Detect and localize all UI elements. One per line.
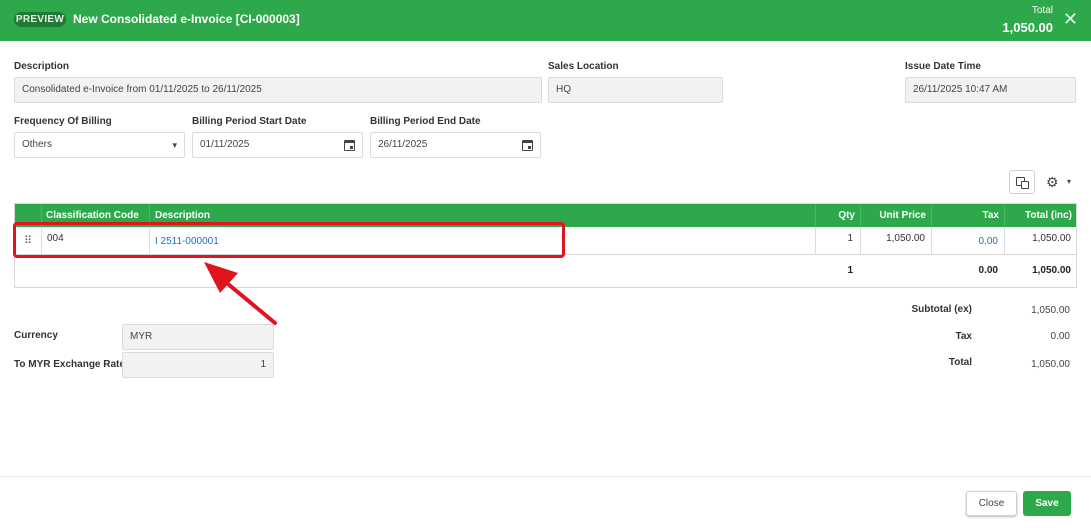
- preview-badge: PREVIEW: [14, 12, 66, 27]
- frequency-of-billing-label: Frequency Of Billing: [14, 116, 112, 127]
- frequency-of-billing-value: Others: [22, 139, 53, 150]
- chevron-down-icon: ▾: [172, 140, 177, 150]
- subtotal-label: Subtotal (ex): [911, 304, 972, 315]
- gear-icon: ⚙: [1046, 174, 1059, 190]
- description-label: Description: [14, 61, 70, 72]
- currency-label: Currency: [14, 330, 58, 341]
- close-button[interactable]: Close: [966, 491, 1017, 516]
- columns-icon-overlay: [1021, 181, 1029, 189]
- billing-start-value: 01/11/2025: [200, 139, 250, 150]
- total-inc-cell: 1,050.00: [1032, 233, 1071, 244]
- qty-cell[interactable]: 1: [816, 227, 853, 255]
- columns-button[interactable]: [1009, 170, 1035, 194]
- unit-price-cell[interactable]: 1,050.00: [861, 227, 925, 255]
- col-unit-price[interactable]: Unit Price: [861, 204, 926, 227]
- issue-date-time-label: Issue Date Time: [905, 61, 981, 72]
- highlight-box: [13, 222, 565, 258]
- calendar-icon[interactable]: [344, 140, 355, 151]
- subtotal-value: 1,050.00: [1031, 305, 1070, 316]
- col-tax[interactable]: Tax: [932, 204, 1000, 227]
- tax-summary-value: 0.00: [1050, 331, 1070, 342]
- dialog-header: PREVIEW New Consolidated e-Invoice [CI-0…: [0, 0, 1091, 41]
- billing-end-field[interactable]: 26/11/2025: [370, 132, 541, 158]
- exchange-rate-label: To MYR Exchange Rate: [14, 359, 125, 370]
- settings-button[interactable]: ⚙ ▾: [1043, 170, 1073, 194]
- currency-field[interactable]: MYR: [122, 324, 274, 350]
- exchange-rate-field[interactable]: 1: [122, 352, 274, 378]
- dialog-title: New Consolidated e-Invoice [CI-000003]: [73, 12, 300, 26]
- save-button[interactable]: Save: [1023, 491, 1071, 516]
- billing-end-label: Billing Period End Date: [370, 116, 481, 127]
- total-summary-value: 1,050.00: [1031, 359, 1070, 370]
- total-amount: 1,050.00: [1032, 265, 1071, 276]
- footer-divider: [0, 476, 1091, 477]
- header-total-label: Total: [1031, 5, 1053, 16]
- col-qty[interactable]: Qty: [816, 204, 855, 227]
- close-icon[interactable]: ✕: [1063, 10, 1078, 28]
- tax-link[interactable]: 0.00: [932, 227, 998, 255]
- total-tax: 0.00: [978, 265, 998, 276]
- billing-end-value: 26/11/2025: [378, 139, 428, 150]
- issue-date-time-field[interactable]: 26/11/2025 10:47 AM: [905, 77, 1076, 103]
- frequency-of-billing-select[interactable]: Others ▾: [14, 132, 185, 158]
- calendar-icon[interactable]: [522, 140, 533, 151]
- total-summary-label: Total: [948, 357, 972, 368]
- description-field[interactable]: Consolidated e-Invoice from 01/11/2025 t…: [14, 77, 542, 103]
- header-total-value: 1,050.00: [1002, 20, 1053, 35]
- col-total-inc[interactable]: Total (inc): [1005, 204, 1072, 227]
- tax-summary-link[interactable]: Tax: [880, 331, 973, 342]
- sales-location-field[interactable]: HQ: [548, 77, 723, 103]
- sales-location-label: Sales Location: [548, 61, 619, 72]
- billing-start-field[interactable]: 01/11/2025: [192, 132, 363, 158]
- billing-start-label: Billing Period Start Date: [192, 116, 307, 127]
- caret-down-icon: ▾: [1066, 177, 1071, 186]
- total-qty: 1: [847, 265, 853, 276]
